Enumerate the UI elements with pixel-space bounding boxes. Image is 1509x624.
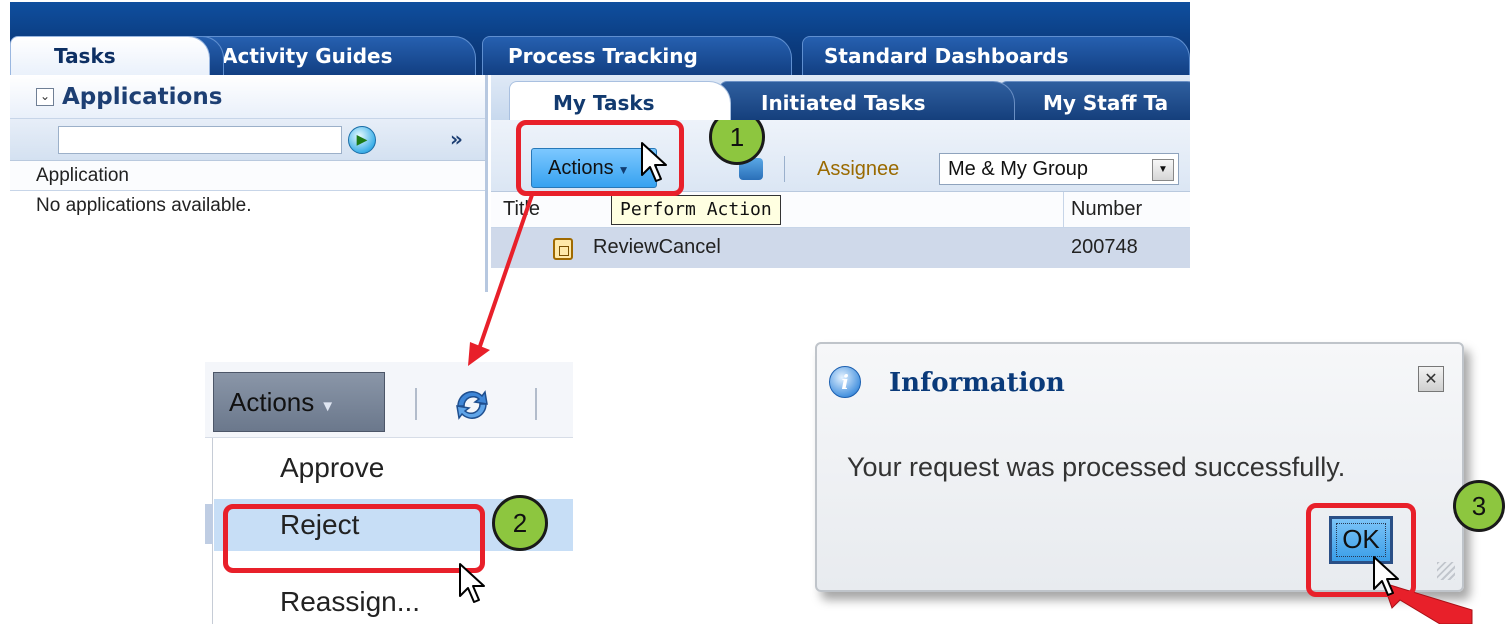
assignee-select[interactable]: Me & My Group ▼: [939, 153, 1179, 185]
toolbar-divider: [784, 156, 785, 182]
column-divider: [1063, 192, 1064, 228]
actions-menu-panel: Actions ▼ Approve Reject Reassign...: [205, 352, 573, 624]
top-tab-bar: Tasks Activity Guides Process Tracking S…: [10, 2, 1190, 75]
callout-box-reject: [223, 504, 485, 573]
dropdown-arrow-icon[interactable]: ▼: [1152, 159, 1174, 181]
assignee-select-value: Me & My Group: [948, 158, 1089, 180]
refresh-icon[interactable]: [452, 386, 492, 424]
mouse-cursor-icon: [1373, 556, 1399, 596]
tab-process-tracking-label: Process Tracking: [508, 44, 698, 68]
title-column-header[interactable]: Title: [503, 198, 540, 221]
info-icon: i: [829, 366, 861, 398]
applications-search-input[interactable]: [58, 126, 342, 154]
task-number: 200748: [1071, 236, 1138, 258]
chevron-down-icon: ▼: [320, 398, 336, 415]
tab-my-tasks-label: My Tasks: [553, 91, 655, 115]
tasks-column-header: Title Number Perform Action: [491, 192, 1190, 228]
task-title[interactable]: ReviewCancel: [593, 236, 721, 259]
tab-process-tracking[interactable]: Process Tracking: [482, 36, 792, 75]
menu-item-reassign[interactable]: Reassign...: [214, 576, 573, 624]
tab-initiated-tasks-label: Initiated Tasks: [761, 91, 926, 115]
menu-item-approve[interactable]: Approve: [214, 442, 573, 494]
actions-menu-button[interactable]: Actions ▼: [213, 372, 385, 432]
tasks-tab-bar: My Staff Ta Initiated Tasks My Tasks: [491, 75, 1190, 120]
number-column-header[interactable]: Number: [1071, 198, 1142, 221]
mouse-cursor-icon: [459, 563, 485, 603]
tab-initiated-tasks[interactable]: Initiated Tasks: [719, 81, 1015, 120]
applications-title: Applications: [62, 83, 223, 110]
collapse-icon[interactable]: ⌄: [36, 87, 54, 106]
tab-standard-dashboards[interactable]: Standard Dashboards: [802, 36, 1190, 75]
tab-tasks-label: Tasks: [54, 44, 116, 68]
mouse-cursor-icon: [641, 142, 667, 182]
dialog-title: Information: [889, 368, 1065, 398]
close-icon[interactable]: ✕: [1418, 366, 1444, 392]
tab-my-tasks[interactable]: My Tasks: [509, 81, 731, 120]
toolbar-divider: [535, 388, 537, 420]
assignee-label: Assignee: [817, 158, 900, 180]
table-edge: [205, 438, 213, 624]
actions-menu-button-label: Actions: [229, 387, 315, 417]
application-column-header[interactable]: Application: [10, 161, 485, 191]
task-icon: [553, 238, 573, 260]
step-badge-3: 3: [1453, 480, 1505, 532]
applications-search-row: ▶ »: [10, 119, 485, 161]
toolbar-divider: [415, 388, 417, 420]
resize-grip-icon[interactable]: [1437, 562, 1455, 580]
tab-standard-dashboards-label: Standard Dashboards: [824, 44, 1069, 68]
applications-panel: ⌄ Applications ▶ » Application No applic…: [10, 75, 488, 292]
tab-activity-guides-label: Activity Guides: [222, 44, 393, 68]
expand-icon[interactable]: »: [450, 127, 463, 151]
tab-my-staff-tasks[interactable]: My Staff Ta: [999, 81, 1190, 120]
go-icon[interactable]: ▶: [348, 126, 376, 154]
step-badge-2: 2: [492, 495, 548, 551]
applications-header: ⌄ Applications: [10, 75, 485, 119]
applications-empty-message: No applications available.: [36, 195, 252, 216]
menu-toolbar: Actions ▼: [205, 362, 573, 438]
tab-tasks[interactable]: Tasks: [10, 36, 210, 75]
perform-action-tooltip: Perform Action: [611, 195, 781, 225]
dialog-message: Your request was processed successfully.: [847, 452, 1346, 482]
tab-my-staff-tasks-label: My Staff Ta: [1043, 91, 1169, 115]
tab-activity-guides-label-holder[interactable]: Activity Guides: [196, 36, 476, 75]
table-row[interactable]: ReviewCancel 200748: [491, 228, 1190, 268]
